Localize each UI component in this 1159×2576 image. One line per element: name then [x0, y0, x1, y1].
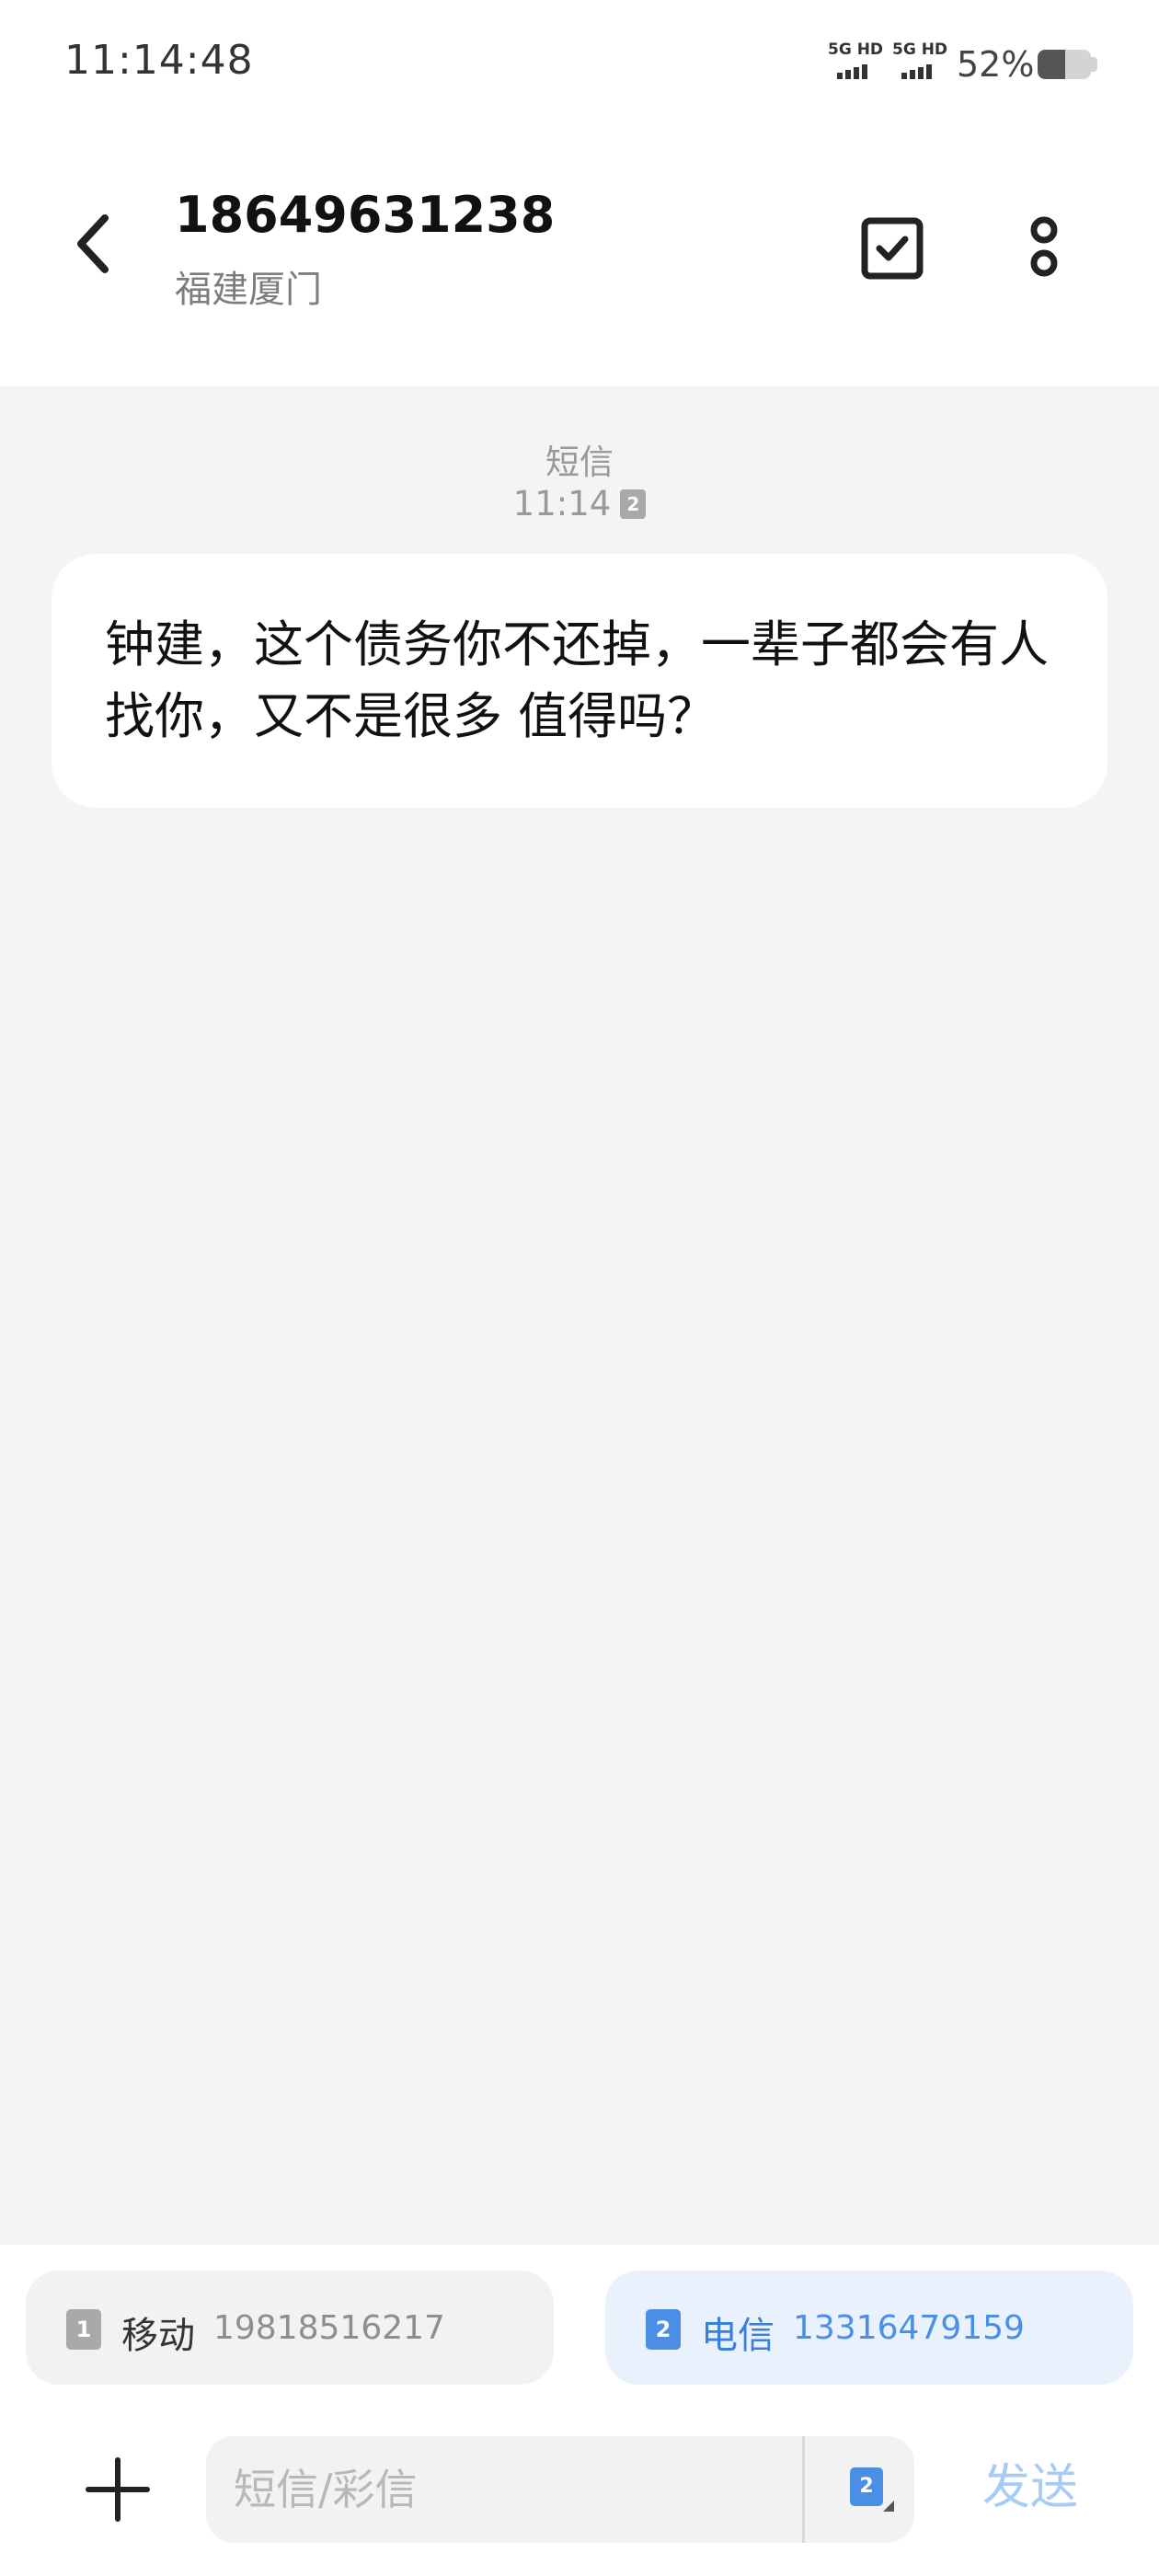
dropdown-corner-icon: [883, 2501, 894, 2512]
sim-select-button[interactable]: 2: [841, 2458, 905, 2523]
sim-option-2[interactable]: 2 电信 13316479159: [605, 2271, 1133, 2385]
message-time: 11:14: [512, 484, 612, 523]
message-bubble[interactable]: 钟建，这个债务你不还掉，一辈子都会有人找你，又不是很多 值得吗？: [52, 554, 1107, 808]
signal-1-bars-icon: [837, 64, 867, 79]
status-bar: 11:14:48 5G HD 5G HD 52%: [0, 0, 1159, 120]
signal-2-indicator: 5G HD: [892, 40, 948, 81]
message-input[interactable]: [234, 2436, 804, 2543]
signal-2-label: 5G HD: [892, 40, 948, 59]
status-time: 11:14:48: [64, 37, 254, 84]
more-vertical-icon: [1030, 216, 1058, 277]
sim-number: 13316479159: [793, 2309, 1025, 2347]
battery-level-fill: [1038, 50, 1066, 79]
message-type-label: 短信: [545, 443, 614, 482]
battery-percent: 52%: [957, 44, 1035, 85]
chevron-left-icon: [77, 214, 109, 273]
signal-1-label: 5G HD: [828, 40, 884, 59]
sim-carrier: 移动: [121, 2315, 195, 2357]
contact-location: 福建厦门: [175, 269, 322, 311]
message-timestamp-row: 11:14 2: [0, 482, 1159, 523]
battery-icon: [1038, 50, 1091, 79]
plus-icon: [86, 2457, 150, 2522]
sim-badge-icon: 2: [620, 489, 647, 519]
signal-1-indicator: 5G HD: [828, 40, 884, 81]
signal-2-bars-icon: [901, 64, 932, 79]
back-button[interactable]: [64, 207, 129, 281]
select-messages-button[interactable]: [855, 212, 929, 285]
sim-option-1[interactable]: 1 移动 19818516217: [26, 2271, 554, 2385]
sim-card-icon: 1: [66, 2309, 101, 2350]
battery-tip: [1091, 57, 1097, 72]
sim-card-icon: 2: [646, 2309, 681, 2350]
add-attachment-button[interactable]: [81, 2453, 155, 2526]
sim-carrier: 电信: [701, 2315, 775, 2357]
contact-number: 18649631238: [175, 186, 556, 244]
composer-panel: 1 移动 19818516217 2 电信 13316479159 2 发送: [0, 2245, 1159, 2576]
checkbox-icon: [861, 217, 924, 280]
send-button[interactable]: 发送: [947, 2451, 1113, 2524]
conversation-header: 18649631238 福建厦门: [0, 120, 1159, 386]
sim-number: 19818516217: [213, 2309, 445, 2347]
input-divider: [802, 2436, 805, 2543]
message-thread[interactable]: 短信 11:14 2 钟建，这个债务你不还掉，一辈子都会有人找你，又不是很多 值得…: [0, 386, 1159, 2245]
message-input-container: 2: [206, 2436, 914, 2543]
sim-card-icon: 2: [850, 2467, 883, 2506]
more-options-button[interactable]: [1012, 212, 1076, 285]
